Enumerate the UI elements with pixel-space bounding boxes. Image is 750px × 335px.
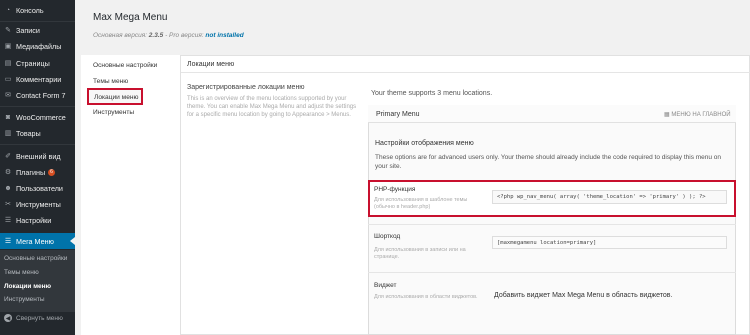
megamenu-icon: ☰	[4, 238, 12, 245]
sidebar-submenu: Основные настройки Темы меню Локации мен…	[0, 250, 75, 312]
sidebar-item-comments[interactable]: ▭ Комментарии	[0, 71, 75, 87]
section-divider	[181, 72, 750, 73]
nav-tab-themes[interactable]: Темы меню	[93, 78, 128, 85]
sidebar-item-label: Пользователи	[16, 183, 63, 193]
sidebar-item-plugins[interactable]: ⚙ Плагины 6	[0, 164, 75, 180]
nav-tab-locations[interactable]: Локации меню	[87, 88, 143, 105]
display-settings-desc: These options are for advanced users onl…	[375, 154, 722, 170]
location-tag: ▦ МЕНЮ НА ГЛАВНОЙ	[664, 111, 731, 118]
widget-label: Виджет	[374, 282, 397, 289]
widget-desc: Для использования в области виджетов.	[374, 294, 478, 300]
php-code-field[interactable]: <?php wp_nav_menu( array( 'theme_locatio…	[492, 190, 727, 204]
sidebar-item-label: Внешний вид	[16, 151, 61, 161]
users-icon: ☻	[4, 184, 12, 192]
version-prefix: Основная версия:	[93, 32, 147, 39]
sidebar-item-mega-menu[interactable]: ☰ Мега Меню	[0, 233, 75, 249]
php-function-label: PHP-функция	[374, 186, 416, 193]
settings-icon: ☰	[4, 217, 12, 224]
brush-icon: ✐	[5, 153, 11, 160]
page-icon: ▤	[4, 60, 12, 67]
sidebar-item-label: Страницы	[16, 58, 50, 68]
sidebar-item-media[interactable]: ▣ Медиафайлы	[0, 38, 75, 54]
tools-icon: ✂	[5, 201, 11, 208]
products-icon: ▥	[4, 130, 12, 137]
sidebar-item-pages[interactable]: ▤ Страницы	[0, 55, 75, 71]
pin-icon: ✎	[5, 27, 11, 34]
php-function-desc: Для использования в шаблоне темы (обычно…	[374, 197, 468, 210]
location-tag-label: МЕНЮ НА ГЛАВНОЙ	[671, 112, 731, 118]
collapse-menu-button[interactable]: ◀ Свернуть меню	[4, 314, 63, 322]
sidebar-item-label: WooCommerce	[16, 112, 66, 122]
registered-locations-label: Зарегистрированные локации меню	[187, 84, 305, 91]
sidebar-item-contact-form[interactable]: ✉ Contact Form 7	[0, 87, 75, 103]
nav-tab-tools[interactable]: Инструменты	[93, 109, 134, 116]
collapse-menu-label: Свернуть меню	[16, 314, 63, 322]
submenu-item-tools[interactable]: Инструменты	[4, 296, 45, 303]
nav-tab-label: Локации меню	[94, 94, 139, 101]
update-count-badge: 6	[48, 168, 55, 176]
sidebar-item-label: Contact Form 7	[16, 90, 66, 100]
media-icon: ▣	[4, 43, 12, 50]
mail-icon: ✉	[5, 92, 11, 99]
sidebar-item-tools[interactable]: ✂ Инструменты	[0, 196, 75, 212]
sidebar-item-products[interactable]: ▥ Товары	[0, 125, 75, 141]
sidebar-item-label: Настройки	[16, 215, 52, 225]
plugin-icon: ⚙	[4, 169, 12, 176]
registered-locations-desc: This is an overview of the menu location…	[187, 96, 357, 118]
submenu-item-locations[interactable]: Локации меню	[4, 283, 51, 290]
sidebar-item-label: Мега Меню	[16, 236, 54, 246]
sidebar-item-dashboard[interactable]: ◔ Консоль	[0, 2, 75, 18]
woo-icon: ◙	[5, 113, 11, 121]
sidebar-item-label: Записи	[16, 25, 40, 35]
shortcode-label: Шорткод	[374, 233, 401, 240]
comment-icon: ▭	[4, 76, 12, 83]
row-divider	[368, 224, 736, 225]
collapse-arrow-icon: ◀	[4, 314, 12, 322]
menu-separator	[0, 144, 75, 145]
menu-separator	[0, 106, 75, 107]
sidebar-item-woocommerce[interactable]: ◙ WooCommerce	[0, 109, 75, 125]
sidebar-item-users[interactable]: ☻ Пользователи	[0, 180, 75, 196]
admin-sidebar: ◔ Консоль ✎ Записи ▣ Медиафайлы ▤ Страницы ▭…	[0, 0, 75, 335]
page-title: Max Mega Menu	[93, 12, 168, 23]
shortcode-desc: Для использования в записи или на страни…	[374, 247, 466, 260]
sidebar-item-label: Консоль	[16, 5, 44, 15]
version-line: Основная версия: 2.3.5 - Pro версия: not…	[93, 32, 244, 39]
submenu-item-general[interactable]: Основные настройки	[4, 255, 67, 262]
supports-text: Your theme supports 3 menu locations.	[371, 90, 493, 97]
sidebar-item-label: Плагины	[16, 167, 46, 177]
pro-version-prefix: - Pro версия:	[165, 32, 204, 39]
section-title: Локации меню	[187, 61, 235, 68]
sidebar-item-label: Медиафайлы	[16, 41, 62, 51]
dashboard-icon: ◔	[5, 6, 11, 14]
display-settings-title: Настройки отображения меню	[375, 140, 474, 147]
location-title: Primary Menu	[376, 111, 420, 118]
sidebar-item-posts[interactable]: ✎ Записи	[0, 22, 75, 38]
sidebar-item-appearance[interactable]: ✐ Внешний вид	[0, 148, 75, 164]
nav-tab-general[interactable]: Основные настройки	[93, 62, 157, 69]
sidebar-item-settings[interactable]: ☰ Настройки	[0, 212, 75, 228]
shortcode-field[interactable]: [maxmegamenu location=primary]	[492, 236, 727, 249]
row-divider	[368, 272, 736, 273]
sidebar-item-label: Инструменты	[16, 199, 61, 209]
sidebar-item-label: Комментарии	[16, 74, 62, 84]
sidebar-item-label: Товары	[16, 128, 41, 138]
version-number: 2.3.5	[148, 32, 164, 39]
widget-text: Добавить виджет Max Mega Menu в область …	[494, 292, 673, 299]
submenu-item-themes[interactable]: Темы меню	[4, 269, 39, 276]
pro-status-link[interactable]: not installed	[205, 32, 243, 39]
